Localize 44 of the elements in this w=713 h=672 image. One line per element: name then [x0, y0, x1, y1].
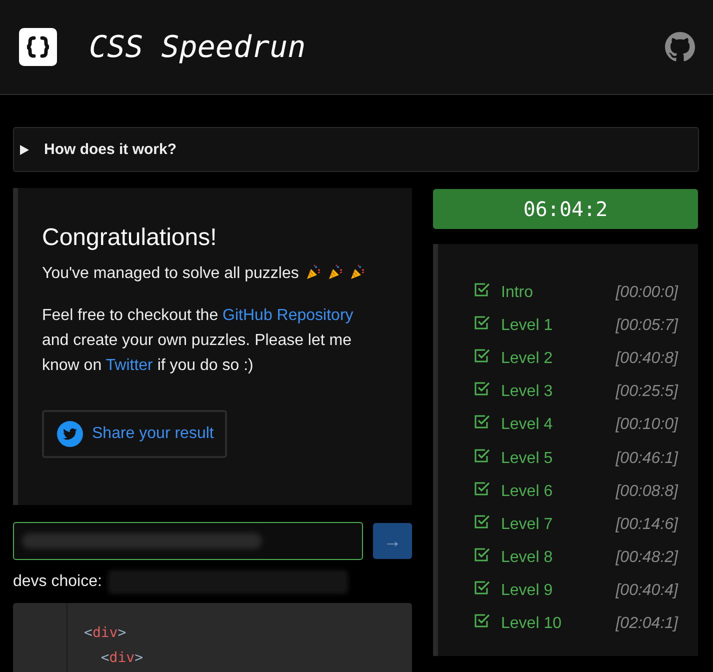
party-popper-icon	[348, 264, 365, 280]
level-link[interactable]: Level 3	[501, 383, 616, 402]
level-link[interactable]: Intro	[501, 284, 616, 302]
level-time: [00:00:0]	[616, 284, 678, 302]
how-it-works-disclosure[interactable]: How does it work?	[13, 127, 699, 172]
level-link[interactable]: Level 1	[501, 316, 616, 335]
link[interactable]: GitHub Repository	[222, 307, 354, 324]
level-link[interactable]: Level 9	[501, 582, 616, 600]
party-popper-icon	[304, 264, 321, 280]
level-time: [00:05:7]	[616, 316, 678, 335]
level-link[interactable]: Level 6	[501, 482, 616, 501]
devs-choice-label: devs choice:	[13, 573, 102, 591]
level-time: [00:40:4]	[616, 582, 678, 600]
disclosure-triangle-icon	[20, 144, 29, 154]
congrats-message: You've managed to solve all puzzles	[42, 265, 299, 282]
level-time: [00:08:8]	[616, 482, 678, 501]
submit-button[interactable]: →	[373, 523, 412, 559]
twitter-icon	[57, 421, 83, 447]
site-title: CSS Speedrun	[89, 30, 307, 64]
level-time: [00:40:8]	[616, 350, 678, 368]
share-button[interactable]: Share your result	[42, 410, 227, 458]
answer-field[interactable]	[13, 522, 363, 560]
level-time: [02:04:1]	[616, 615, 678, 634]
link[interactable]: Twitter	[106, 357, 153, 374]
party-popper-icon	[326, 264, 343, 280]
level-link[interactable]: Level 8	[501, 549, 616, 568]
level-link[interactable]: Level 2	[501, 350, 616, 368]
congrats-paragraph: Feel free to checkout the GitHub Repository and create your own puzzles. Please let me know on Twitter if you do so :)	[42, 306, 354, 376]
code-editor[interactable]: <div> <div>	[13, 603, 412, 672]
level-link[interactable]: Level 5	[501, 450, 616, 468]
level-time: [00:46:1]	[616, 450, 678, 468]
logo-icon	[19, 28, 57, 66]
timer: 06:04:2	[433, 189, 698, 229]
code-line: <div>	[84, 624, 128, 643]
level-link[interactable]: Level 7	[501, 516, 616, 534]
congrats-heading: Congratulations!	[42, 224, 218, 252]
level-time: [00:10:0]	[616, 416, 678, 434]
github-icon[interactable]	[665, 32, 695, 62]
level-time: [00:25:5]	[616, 383, 678, 402]
level-time: [00:48:2]	[616, 549, 678, 568]
code-line: <div>	[100, 649, 144, 668]
level-link[interactable]: Level 4	[501, 416, 616, 434]
level-link[interactable]: Level 10	[501, 615, 616, 634]
level-time: [00:14:6]	[616, 516, 678, 534]
